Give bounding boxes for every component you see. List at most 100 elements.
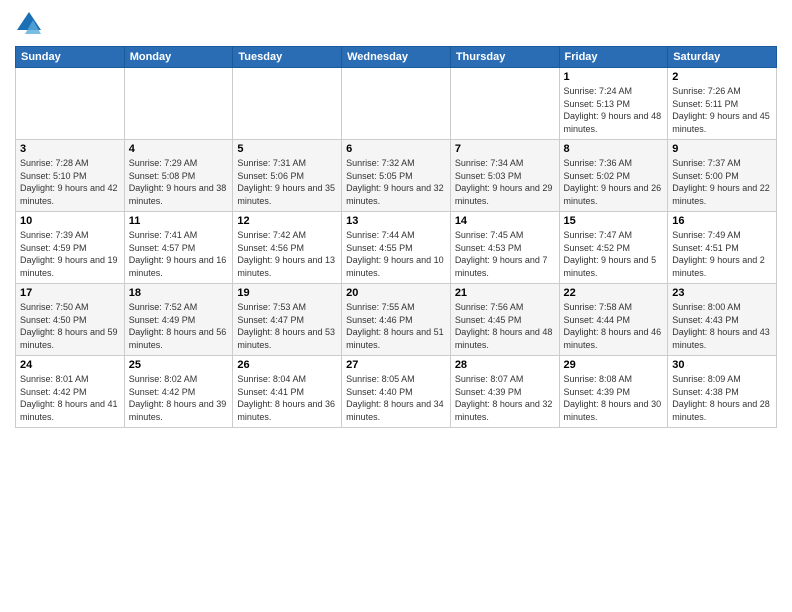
- day-detail: Sunrise: 7:26 AMSunset: 5:11 PMDaylight:…: [672, 86, 770, 134]
- day-number: 6: [346, 143, 446, 155]
- day-detail: Sunrise: 7:58 AMSunset: 4:44 PMDaylight:…: [564, 302, 662, 350]
- calendar-cell: [450, 68, 559, 140]
- calendar-week-row: 17 Sunrise: 7:50 AMSunset: 4:50 PMDaylig…: [16, 284, 777, 356]
- day-number: 21: [455, 287, 555, 299]
- day-number: 11: [129, 215, 229, 227]
- calendar-cell: 24 Sunrise: 8:01 AMSunset: 4:42 PMDaylig…: [16, 356, 125, 428]
- calendar-cell: 29 Sunrise: 8:08 AMSunset: 4:39 PMDaylig…: [559, 356, 668, 428]
- day-number: 29: [564, 359, 664, 371]
- calendar-cell: 22 Sunrise: 7:58 AMSunset: 4:44 PMDaylig…: [559, 284, 668, 356]
- day-number: 3: [20, 143, 120, 155]
- calendar-cell: 26 Sunrise: 8:04 AMSunset: 4:41 PMDaylig…: [233, 356, 342, 428]
- day-detail: Sunrise: 8:07 AMSunset: 4:39 PMDaylight:…: [455, 374, 553, 422]
- day-detail: Sunrise: 8:02 AMSunset: 4:42 PMDaylight:…: [129, 374, 227, 422]
- calendar-cell: [124, 68, 233, 140]
- day-detail: Sunrise: 8:01 AMSunset: 4:42 PMDaylight:…: [20, 374, 118, 422]
- header: [15, 10, 777, 38]
- day-number: 27: [346, 359, 446, 371]
- calendar-cell: 21 Sunrise: 7:56 AMSunset: 4:45 PMDaylig…: [450, 284, 559, 356]
- calendar-cell: 27 Sunrise: 8:05 AMSunset: 4:40 PMDaylig…: [342, 356, 451, 428]
- calendar-cell: 19 Sunrise: 7:53 AMSunset: 4:47 PMDaylig…: [233, 284, 342, 356]
- day-detail: Sunrise: 7:55 AMSunset: 4:46 PMDaylight:…: [346, 302, 444, 350]
- day-detail: Sunrise: 7:45 AMSunset: 4:53 PMDaylight:…: [455, 230, 548, 278]
- day-number: 19: [237, 287, 337, 299]
- day-number: 9: [672, 143, 772, 155]
- day-number: 24: [20, 359, 120, 371]
- day-number: 10: [20, 215, 120, 227]
- day-number: 20: [346, 287, 446, 299]
- day-number: 8: [564, 143, 664, 155]
- day-number: 2: [672, 71, 772, 83]
- logo: [15, 10, 47, 38]
- calendar-cell: 5 Sunrise: 7:31 AMSunset: 5:06 PMDayligh…: [233, 140, 342, 212]
- day-number: 14: [455, 215, 555, 227]
- weekday-header: Saturday: [668, 47, 777, 68]
- day-number: 1: [564, 71, 664, 83]
- calendar-week-row: 1 Sunrise: 7:24 AMSunset: 5:13 PMDayligh…: [16, 68, 777, 140]
- calendar-week-row: 24 Sunrise: 8:01 AMSunset: 4:42 PMDaylig…: [16, 356, 777, 428]
- day-number: 23: [672, 287, 772, 299]
- day-number: 25: [129, 359, 229, 371]
- day-number: 15: [564, 215, 664, 227]
- weekday-header: Thursday: [450, 47, 559, 68]
- day-detail: Sunrise: 8:08 AMSunset: 4:39 PMDaylight:…: [564, 374, 662, 422]
- calendar-cell: 3 Sunrise: 7:28 AMSunset: 5:10 PMDayligh…: [16, 140, 125, 212]
- calendar-cell: 9 Sunrise: 7:37 AMSunset: 5:00 PMDayligh…: [668, 140, 777, 212]
- day-number: 30: [672, 359, 772, 371]
- calendar-cell: 28 Sunrise: 8:07 AMSunset: 4:39 PMDaylig…: [450, 356, 559, 428]
- day-number: 26: [237, 359, 337, 371]
- weekday-header: Wednesday: [342, 47, 451, 68]
- calendar-cell: 25 Sunrise: 8:02 AMSunset: 4:42 PMDaylig…: [124, 356, 233, 428]
- day-detail: Sunrise: 7:32 AMSunset: 5:05 PMDaylight:…: [346, 158, 444, 206]
- day-detail: Sunrise: 7:31 AMSunset: 5:06 PMDaylight:…: [237, 158, 335, 206]
- page: SundayMondayTuesdayWednesdayThursdayFrid…: [0, 0, 792, 612]
- weekday-header: Sunday: [16, 47, 125, 68]
- day-detail: Sunrise: 7:47 AMSunset: 4:52 PMDaylight:…: [564, 230, 657, 278]
- day-detail: Sunrise: 7:24 AMSunset: 5:13 PMDaylight:…: [564, 86, 662, 134]
- calendar-header-row: SundayMondayTuesdayWednesdayThursdayFrid…: [16, 47, 777, 68]
- day-detail: Sunrise: 7:44 AMSunset: 4:55 PMDaylight:…: [346, 230, 444, 278]
- calendar-cell: 6 Sunrise: 7:32 AMSunset: 5:05 PMDayligh…: [342, 140, 451, 212]
- day-number: 13: [346, 215, 446, 227]
- day-detail: Sunrise: 8:05 AMSunset: 4:40 PMDaylight:…: [346, 374, 444, 422]
- day-number: 5: [237, 143, 337, 155]
- calendar-cell: 15 Sunrise: 7:47 AMSunset: 4:52 PMDaylig…: [559, 212, 668, 284]
- day-detail: Sunrise: 8:04 AMSunset: 4:41 PMDaylight:…: [237, 374, 335, 422]
- day-number: 22: [564, 287, 664, 299]
- calendar-cell: 10 Sunrise: 7:39 AMSunset: 4:59 PMDaylig…: [16, 212, 125, 284]
- day-number: 7: [455, 143, 555, 155]
- calendar-cell: [342, 68, 451, 140]
- day-number: 28: [455, 359, 555, 371]
- day-detail: Sunrise: 8:09 AMSunset: 4:38 PMDaylight:…: [672, 374, 770, 422]
- calendar: SundayMondayTuesdayWednesdayThursdayFrid…: [15, 46, 777, 428]
- calendar-cell: 14 Sunrise: 7:45 AMSunset: 4:53 PMDaylig…: [450, 212, 559, 284]
- calendar-week-row: 3 Sunrise: 7:28 AMSunset: 5:10 PMDayligh…: [16, 140, 777, 212]
- day-detail: Sunrise: 7:49 AMSunset: 4:51 PMDaylight:…: [672, 230, 765, 278]
- weekday-header: Friday: [559, 47, 668, 68]
- calendar-cell: 8 Sunrise: 7:36 AMSunset: 5:02 PMDayligh…: [559, 140, 668, 212]
- calendar-cell: 12 Sunrise: 7:42 AMSunset: 4:56 PMDaylig…: [233, 212, 342, 284]
- calendar-cell: 23 Sunrise: 8:00 AMSunset: 4:43 PMDaylig…: [668, 284, 777, 356]
- calendar-cell: 7 Sunrise: 7:34 AMSunset: 5:03 PMDayligh…: [450, 140, 559, 212]
- day-detail: Sunrise: 7:50 AMSunset: 4:50 PMDaylight:…: [20, 302, 118, 350]
- day-number: 18: [129, 287, 229, 299]
- day-detail: Sunrise: 8:00 AMSunset: 4:43 PMDaylight:…: [672, 302, 770, 350]
- day-detail: Sunrise: 7:39 AMSunset: 4:59 PMDaylight:…: [20, 230, 118, 278]
- day-detail: Sunrise: 7:53 AMSunset: 4:47 PMDaylight:…: [237, 302, 335, 350]
- calendar-cell: 16 Sunrise: 7:49 AMSunset: 4:51 PMDaylig…: [668, 212, 777, 284]
- calendar-week-row: 10 Sunrise: 7:39 AMSunset: 4:59 PMDaylig…: [16, 212, 777, 284]
- calendar-cell: 20 Sunrise: 7:55 AMSunset: 4:46 PMDaylig…: [342, 284, 451, 356]
- calendar-cell: 11 Sunrise: 7:41 AMSunset: 4:57 PMDaylig…: [124, 212, 233, 284]
- day-detail: Sunrise: 7:52 AMSunset: 4:49 PMDaylight:…: [129, 302, 227, 350]
- calendar-cell: 30 Sunrise: 8:09 AMSunset: 4:38 PMDaylig…: [668, 356, 777, 428]
- calendar-cell: 18 Sunrise: 7:52 AMSunset: 4:49 PMDaylig…: [124, 284, 233, 356]
- calendar-cell: [16, 68, 125, 140]
- calendar-cell: 4 Sunrise: 7:29 AMSunset: 5:08 PMDayligh…: [124, 140, 233, 212]
- day-number: 17: [20, 287, 120, 299]
- day-number: 4: [129, 143, 229, 155]
- logo-icon: [15, 10, 43, 38]
- day-detail: Sunrise: 7:29 AMSunset: 5:08 PMDaylight:…: [129, 158, 227, 206]
- weekday-header: Tuesday: [233, 47, 342, 68]
- day-detail: Sunrise: 7:28 AMSunset: 5:10 PMDaylight:…: [20, 158, 118, 206]
- day-detail: Sunrise: 7:37 AMSunset: 5:00 PMDaylight:…: [672, 158, 770, 206]
